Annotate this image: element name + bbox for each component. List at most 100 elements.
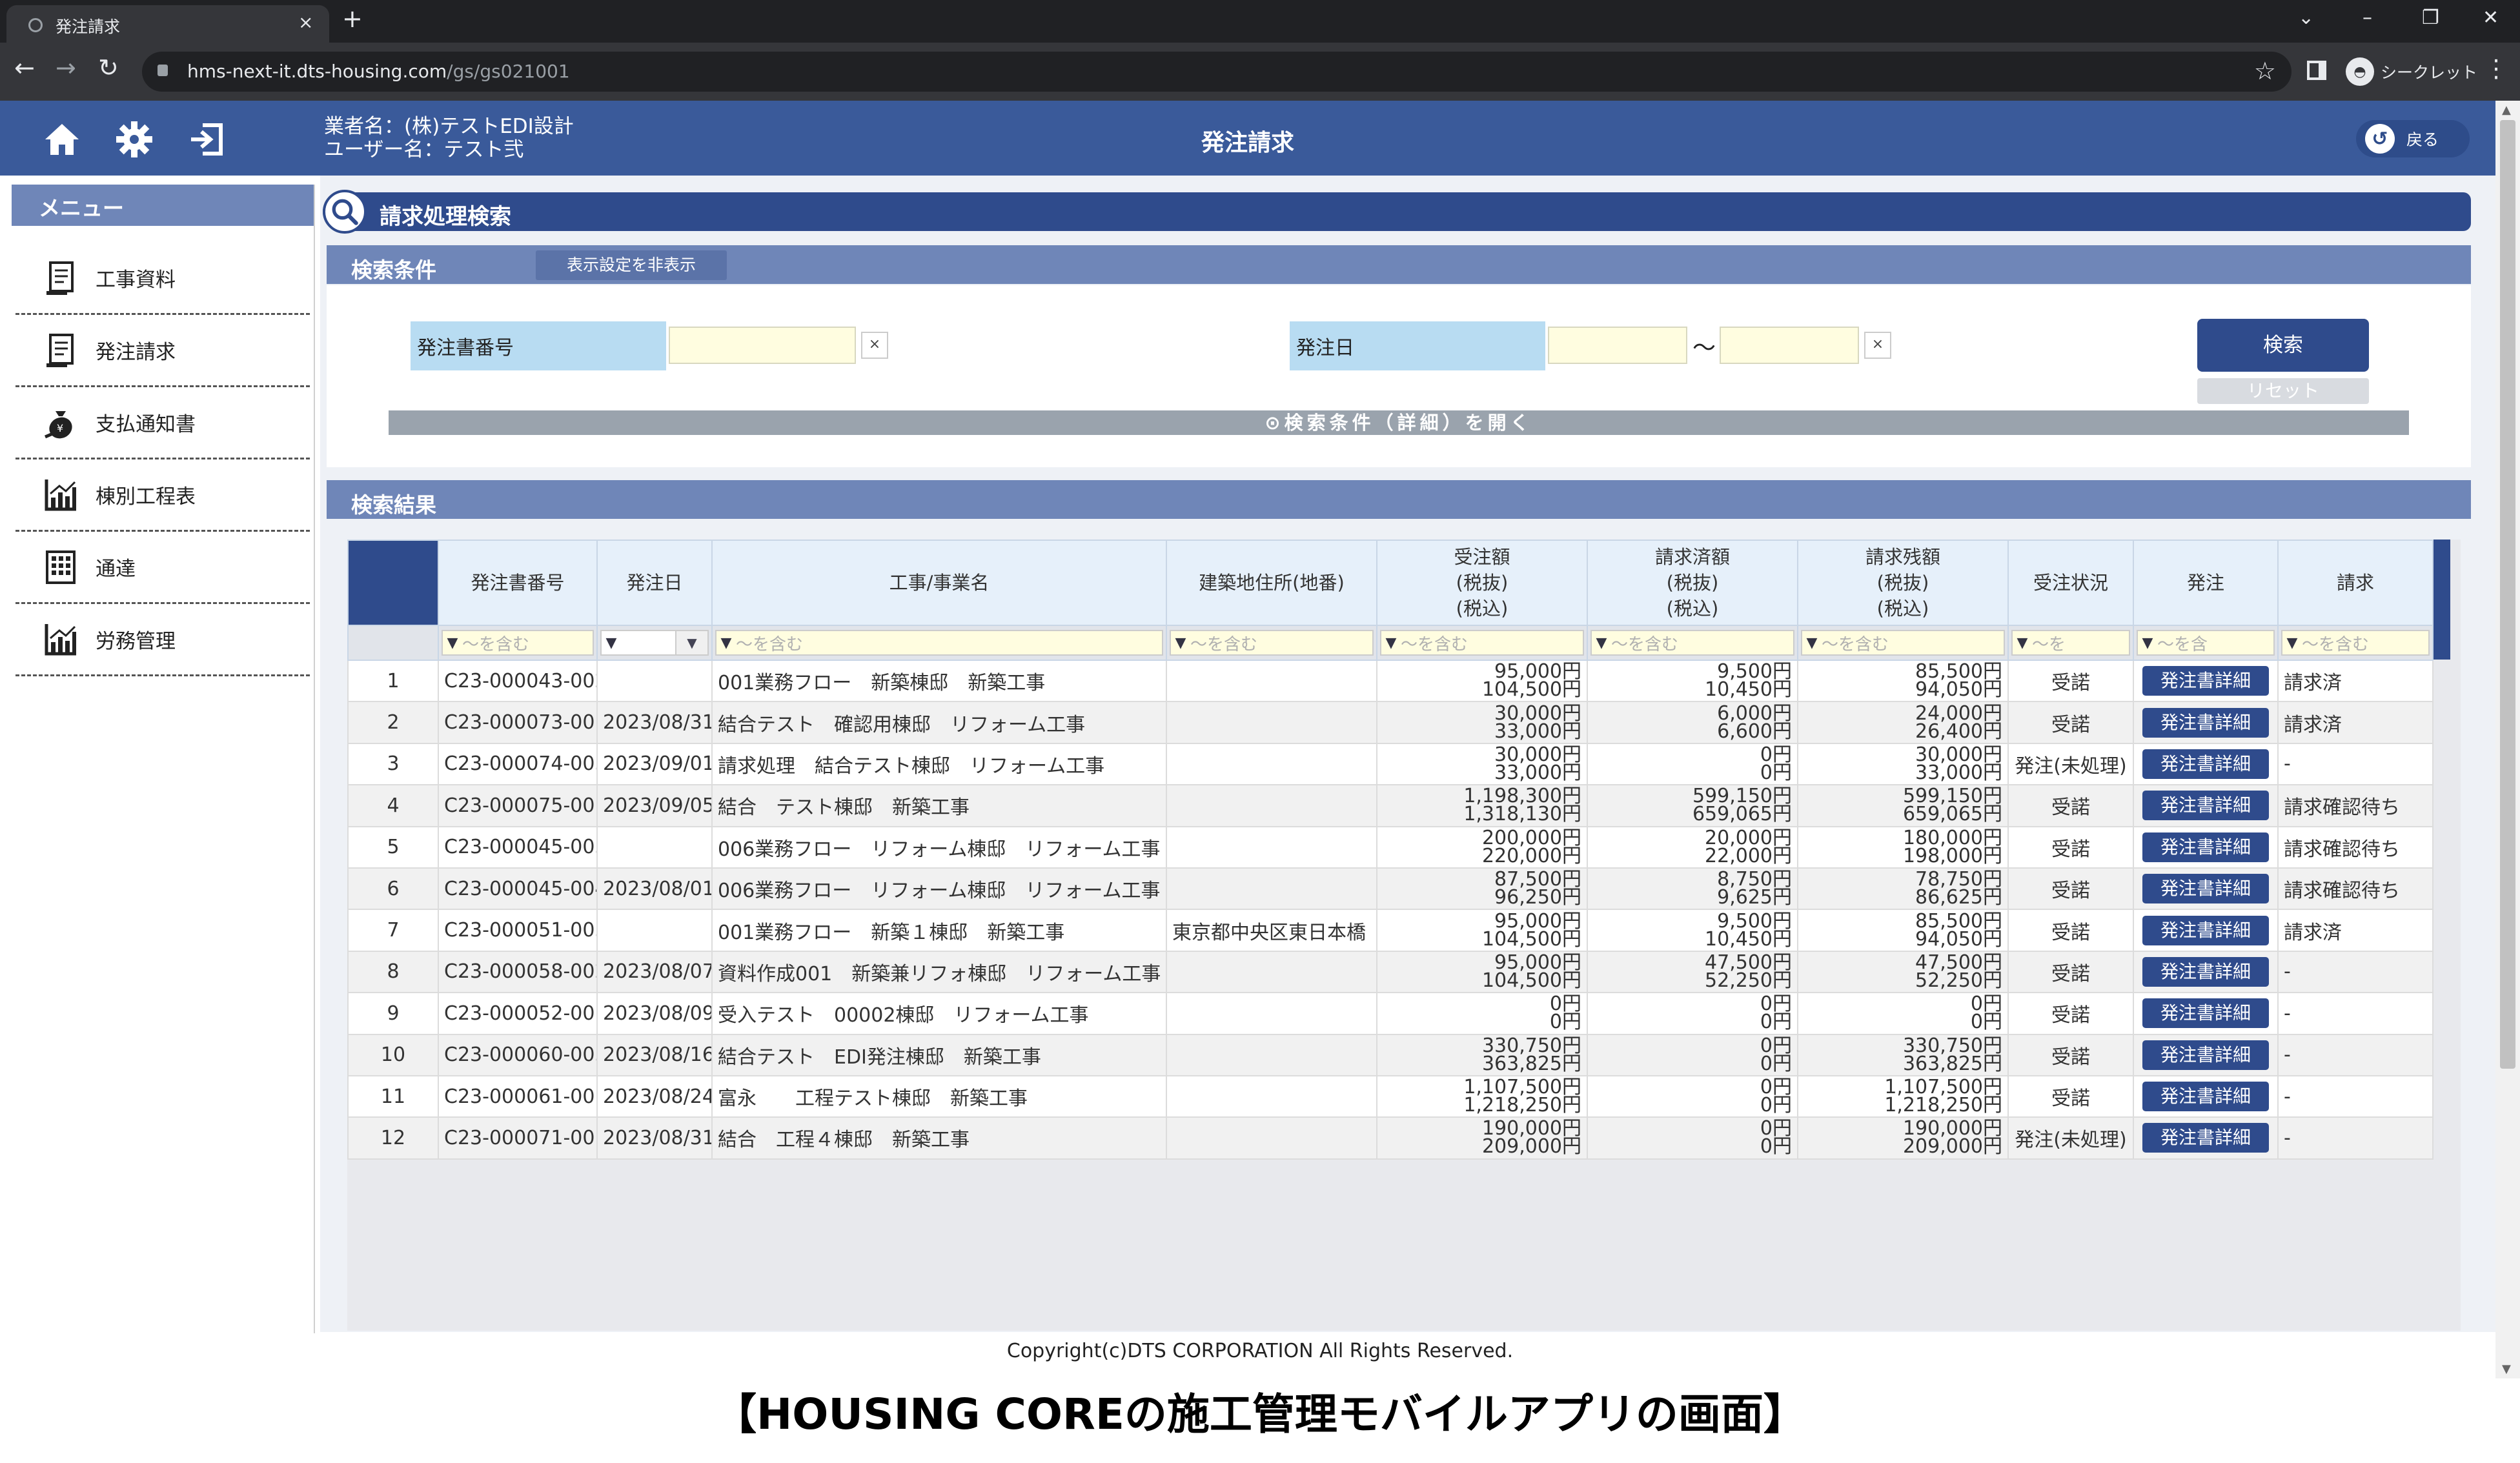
order-date-label: 発注日 xyxy=(1290,321,1545,370)
new-tab-icon[interactable]: + xyxy=(342,6,363,31)
incognito-indicator[interactable]: ◓ シークレット xyxy=(2346,57,2477,86)
table-row[interactable]: 3 C23-000074-003 2023/09/01 請求処理 結合テスト棟邸 リフ… xyxy=(347,742,2434,786)
reset-button[interactable]: リセット xyxy=(2197,378,2369,404)
sidebar-item-2[interactable]: 発注請求 xyxy=(15,315,310,387)
back-button[interactable]: ↺ 戻る xyxy=(2356,120,2470,157)
filter-order-no[interactable]: ▼ ～を含む xyxy=(442,630,594,656)
col-address[interactable]: 建築地住所(地番) xyxy=(1166,540,1377,626)
col-billed-amount[interactable]: 請求済額 (税抜) (税込) xyxy=(1587,540,1798,626)
order-detail-button[interactable]: 発注書詳細 xyxy=(2142,1040,2269,1070)
order-detail-button[interactable]: 発注書詳細 xyxy=(2142,749,2269,779)
project-name-cell: 資料作成001 新築兼リフォ棟邸 リフォーム工事 xyxy=(711,950,1167,994)
filter-remaining-amount[interactable]: ▼ ～を含む xyxy=(1801,630,2005,656)
table-row[interactable]: 1 C23-000043-002 001業務フロー 新築棟邸 新築工事 95,000円… xyxy=(347,659,2434,703)
scroll-down-icon[interactable]: ▼ xyxy=(2502,1362,2511,1376)
scroll-up-icon[interactable]: ▲ xyxy=(2502,103,2511,117)
kebab-menu-icon[interactable]: ⋮ xyxy=(2484,54,2508,83)
remaining-amount-cell: 190,000円 209,000円 xyxy=(1797,1116,2009,1160)
table-row[interactable]: 10 C23-000060-003 2023/08/16 結合テスト EDI発注棟邸 … xyxy=(347,1033,2434,1076)
filter-address[interactable]: ▼ ～を含む xyxy=(1170,630,1374,656)
forward-arrow-icon[interactable]: → xyxy=(56,55,76,80)
order-detail-button[interactable]: 発注書詳細 xyxy=(2142,666,2269,696)
order-detail-button[interactable]: 発注書詳細 xyxy=(2142,707,2269,738)
order-cell: 発注書詳細 xyxy=(2133,1116,2279,1160)
chevron-down-icon[interactable]: ▼ xyxy=(675,631,707,654)
remaining-amount-cell: 85,500円 94,050円 xyxy=(1797,909,2009,952)
sidebar-item-4[interactable]: 棟別工程表 xyxy=(15,459,310,532)
col-remaining-amount[interactable]: 請求残額 (税抜) (税込) xyxy=(1797,540,2009,626)
table-row[interactable]: 11 C23-000061-001 2023/08/24 富永 工程テスト棟邸 新築工… xyxy=(347,1075,2434,1118)
remaining-amount-cell: 78,750円 86,625円 xyxy=(1797,867,2009,911)
table-row[interactable]: 7 C23-000051-005 001業務フロー 新築１棟邸 新築工事 東京都中央区… xyxy=(347,909,2434,952)
search-button[interactable]: 検索 xyxy=(2197,319,2369,372)
filter-project-name[interactable]: ▼ ～を含む xyxy=(715,630,1163,656)
sidebar-item-1[interactable]: 工事資料 xyxy=(15,243,310,315)
minimize-icon[interactable]: – xyxy=(2362,6,2372,29)
project-name-cell: 請求処理 結合テスト棟邸 リフォーム工事 xyxy=(711,742,1167,786)
tab-search-chevron-icon[interactable]: ⌄ xyxy=(2298,6,2314,29)
tab-close-icon[interactable]: × xyxy=(298,12,313,33)
col-status[interactable]: 受注状況 xyxy=(2007,540,2134,626)
table-row[interactable]: 9 C23-000052-001 2023/08/09 受入テスト 00002棟邸 リ… xyxy=(347,992,2434,1035)
row-number: 2 xyxy=(347,701,439,744)
side-panel-icon[interactable] xyxy=(2307,61,2326,80)
back-arrow-icon[interactable]: ← xyxy=(14,55,35,80)
browser-tab[interactable]: 発注請求 × xyxy=(6,5,329,43)
filter-status[interactable]: ▼ ～を xyxy=(2011,630,2130,656)
table-scrollbar-thumb[interactable] xyxy=(2434,540,2450,660)
toggle-display-button[interactable]: 表示設定を非表示 xyxy=(536,250,727,280)
order-detail-button[interactable]: 発注書詳細 xyxy=(2142,791,2269,821)
table-row[interactable]: 6 C23-000045-004 2023/08/01 006業務フロー リフォーム棟… xyxy=(347,867,2434,911)
col-project-name[interactable]: 工事/事業名 xyxy=(711,540,1167,626)
order-detail-button[interactable]: 発注書詳細 xyxy=(2142,832,2269,862)
col-order-no[interactable]: 発注書番号 xyxy=(438,540,598,626)
table-row[interactable]: 5 C23-000045-003 006業務フロー リフォーム棟邸 リフォーム工事 2… xyxy=(347,825,2434,869)
scrollbar-thumb[interactable] xyxy=(2500,120,2515,1069)
received-amount-cell: 200,000円 220,000円 xyxy=(1376,825,1588,869)
bookmark-star-icon[interactable]: ☆ xyxy=(2254,57,2276,85)
table-row[interactable]: 2 C23-000073-001 2023/08/31 結合テスト 確認用棟邸 リフォ… xyxy=(347,701,2434,744)
browser-tab-bar: 発注請求 × + ⌄ – ❐ ✕ xyxy=(0,0,2520,43)
reload-icon[interactable]: ↻ xyxy=(98,55,119,80)
filter-billed-amount[interactable]: ▼ ～を含む xyxy=(1590,630,1794,656)
project-name-cell: 結合テスト 確認用棟邸 リフォーム工事 xyxy=(711,701,1167,744)
col-billing[interactable]: 請求 xyxy=(2277,540,2434,626)
billing-cell: 請求確認待ち xyxy=(2277,825,2434,869)
address-cell xyxy=(1166,1033,1377,1076)
page-scrollbar[interactable]: ▲ ▼ xyxy=(2495,101,2520,1378)
order-date-from-input[interactable] xyxy=(1548,327,1687,364)
table-row[interactable]: 4 C23-000075-001 2023/09/05 結合 テスト棟邸 新築工事 1,… xyxy=(347,784,2434,827)
order-no-cell: C23-000074-003 xyxy=(438,742,598,786)
order-no-clear-button[interactable]: × xyxy=(861,332,888,359)
results-table-area: 発注書番号 発注日 工事/事業名 建築地住所(地番) 受注額 (税抜) (税込) 請… xyxy=(347,540,2461,1331)
order-detail-button[interactable]: 発注書詳細 xyxy=(2142,874,2269,904)
sidebar-item-5[interactable]: 通達 xyxy=(15,532,310,604)
order-date-to-input[interactable] xyxy=(1720,327,1859,364)
order-detail-button[interactable]: 発注書詳細 xyxy=(2142,1123,2269,1153)
table-row[interactable]: 8 C23-000058-002 2023/08/07 資料作成001 新築兼リフォ棟… xyxy=(347,950,2434,994)
sidebar-item-6[interactable]: 労務管理 xyxy=(15,604,310,676)
address-bar[interactable]: hms-next-it.dts-housing.com/gs/gs021001 … xyxy=(142,52,2291,92)
order-detail-button[interactable]: 発注書詳細 xyxy=(2142,915,2269,945)
close-window-icon[interactable]: ✕ xyxy=(2483,6,2499,29)
order-detail-button[interactable]: 発注書詳細 xyxy=(2142,1082,2269,1112)
search-conditions: 発注書番号 × 発注日 ～ × 検索 リセット ⊙検索条件（詳細）を開く xyxy=(327,285,2471,467)
order-detail-button[interactable]: 発注書詳細 xyxy=(2142,956,2269,987)
restore-icon[interactable]: ❐ xyxy=(2422,6,2439,29)
sidebar-item-3[interactable]: ¥ 支払通知書 xyxy=(15,387,310,459)
filter-order[interactable]: ▼ ～を含 xyxy=(2137,630,2275,656)
filter-order-date[interactable]: ▼ ▼ xyxy=(600,630,709,656)
col-order[interactable]: 発注 xyxy=(2133,540,2279,626)
sidebar-item-label: 通達 xyxy=(96,558,136,581)
col-order-date[interactable]: 発注日 xyxy=(596,540,713,626)
order-cell: 発注書詳細 xyxy=(2133,1075,2279,1118)
filter-billing[interactable]: ▼ ～を含む xyxy=(2281,630,2430,656)
col-received-amount[interactable]: 受注額 (税抜) (税込) xyxy=(1376,540,1588,626)
table-row[interactable]: 12 C23-000071-001 2023/08/31 結合 工程４棟邸 新築工事 1… xyxy=(347,1116,2434,1160)
order-no-input[interactable] xyxy=(669,327,856,364)
order-date-clear-button[interactable]: × xyxy=(1864,332,1891,359)
filter-received-amount[interactable]: ▼ ～を含む xyxy=(1380,630,1584,656)
order-cell: 発注書詳細 xyxy=(2133,784,2279,827)
order-detail-button[interactable]: 発注書詳細 xyxy=(2142,998,2269,1029)
open-detail-conditions-bar[interactable]: ⊙検索条件（詳細）を開く xyxy=(389,410,2409,435)
